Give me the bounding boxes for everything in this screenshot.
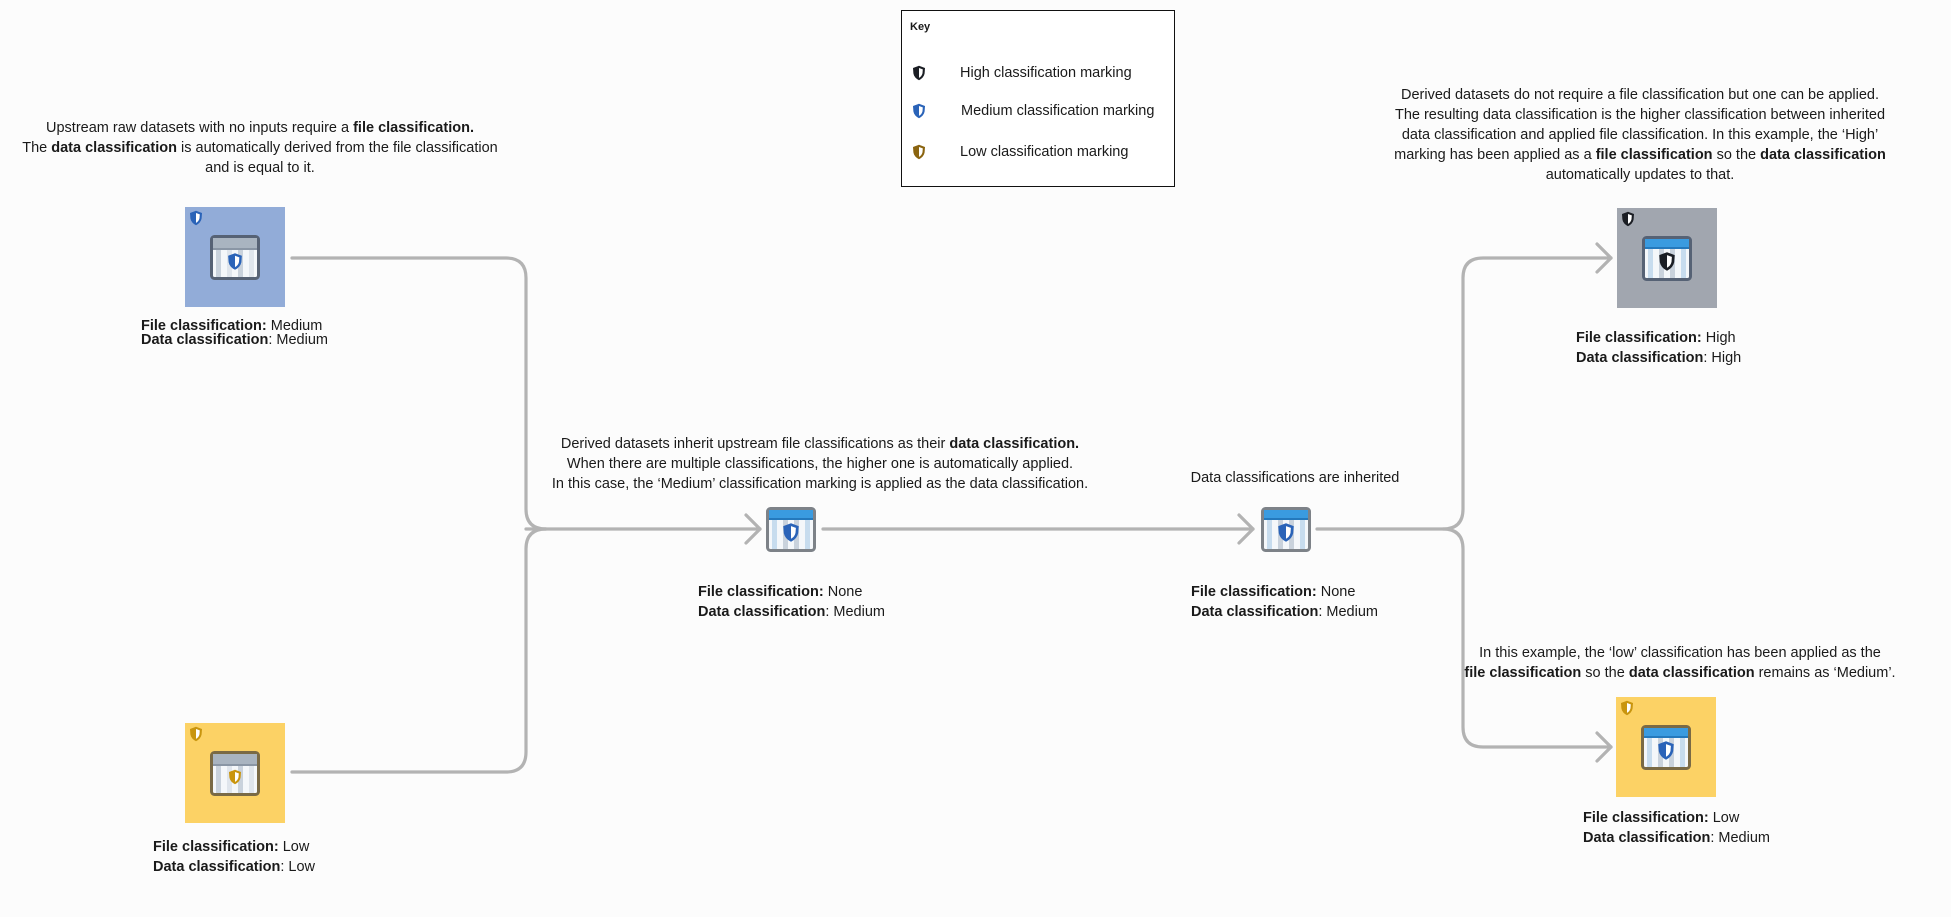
medium-shield-icon [912, 103, 926, 119]
legend-key: Key High classification marking Medium c… [901, 10, 1175, 187]
dataset-derived-high[interactable] [1617, 208, 1717, 308]
edge-raw-medium-to-derived [290, 256, 548, 531]
legend-label: High classification marking [960, 65, 1132, 81]
dataset-derived-low[interactable] [1616, 697, 1716, 797]
low-branch-caption: In this example, the ‘low’ classificatio… [1464, 645, 1896, 681]
dataset-derived-1[interactable] [766, 507, 816, 552]
low-shield-icon [1620, 700, 1634, 716]
legend-item-low: Low classification marking [912, 142, 1128, 162]
medium-shield-icon [189, 210, 203, 226]
edge-derived-2-to-branch [1315, 256, 1613, 531]
legend-label: Low classification marking [960, 144, 1129, 160]
inherited-caption: Data classifications are inherited [1190, 470, 1400, 486]
dataset-raw-low[interactable] [185, 723, 285, 823]
legend-item-high: High classification marking [912, 63, 1132, 83]
dataset-icon [1641, 725, 1691, 770]
high-branch-caption: Derived datasets do not require a file c… [1394, 87, 1886, 183]
low-shield-icon [912, 144, 926, 160]
dataset-derived-1-labels: File classification: None Data classific… [698, 584, 885, 620]
high-shield-icon [912, 65, 926, 81]
dataset-icon [210, 235, 260, 280]
edge-branch-to-derived-low [1441, 527, 1613, 749]
legend-title: Key [910, 21, 931, 33]
dataset-icon [210, 751, 260, 796]
low-shield-icon [189, 726, 203, 742]
dataset-derived-high-labels: File classification: High Data classific… [1576, 330, 1742, 366]
dataset-raw-low-labels: File classification: Low Data classifica… [153, 839, 315, 875]
dataset-icon [1642, 236, 1692, 281]
dataset-raw-medium[interactable] [185, 207, 285, 307]
dataset-derived-2[interactable] [1261, 507, 1311, 552]
legend-item-medium: Medium classification marking [912, 101, 1154, 121]
high-shield-icon [1621, 211, 1635, 227]
derived-datasets-caption: Derived datasets inherit upstream file c… [551, 436, 1089, 492]
dataset-derived-low-labels: File classification: Low Data classifica… [1583, 810, 1770, 846]
raw-datasets-caption: Upstream raw datasets with no inputs req… [22, 120, 498, 176]
legend-label: Medium classification marking [961, 103, 1155, 119]
dataset-derived-2-labels: File classification: None Data classific… [1191, 584, 1378, 620]
edge-raw-low-to-derived [290, 527, 548, 774]
dataset-raw-medium-labels: File classification: Medium Data classif… [141, 318, 328, 348]
